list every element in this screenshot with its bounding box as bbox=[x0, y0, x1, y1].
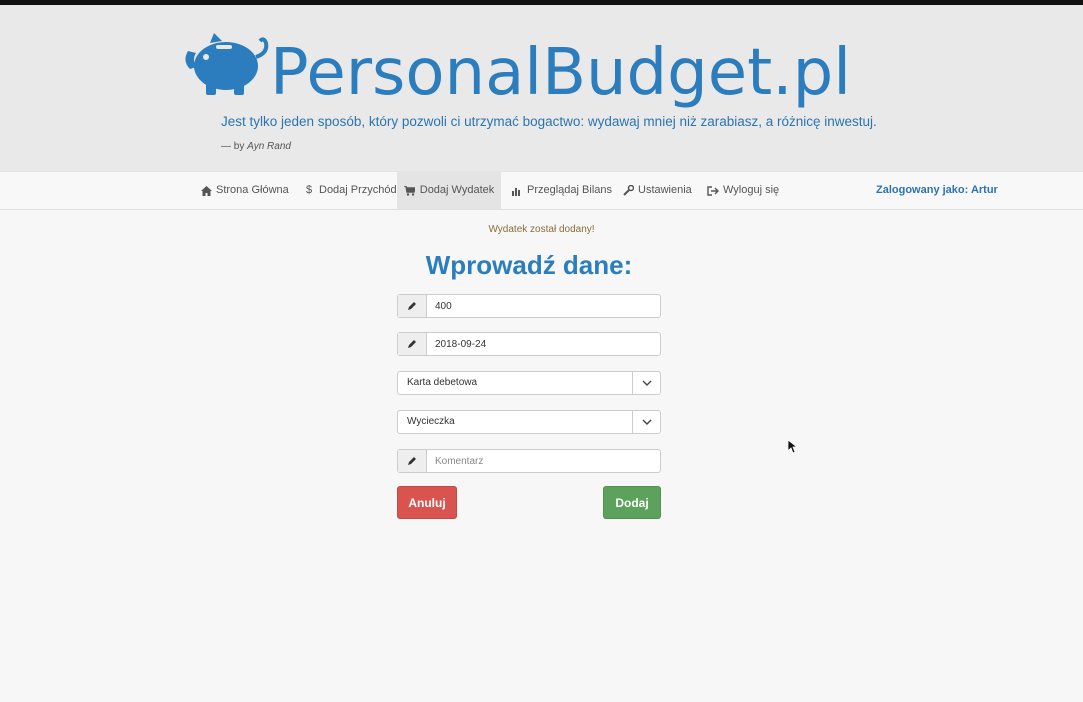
chevron-down-icon bbox=[632, 411, 660, 433]
nav-item-label: Ustawienia bbox=[638, 184, 692, 196]
author-name: Ayn Rand bbox=[247, 141, 291, 152]
cancel-button[interactable]: Anuluj bbox=[397, 486, 457, 519]
category-select[interactable]: Wycieczka bbox=[397, 410, 661, 434]
nav-item-label: Dodaj Wydatek bbox=[419, 184, 495, 196]
chevron-down-icon bbox=[632, 372, 660, 394]
mouse-cursor-icon bbox=[788, 440, 798, 454]
main-navbar: Strona Główna $ Dodaj Przychód Dodaj Wyd… bbox=[0, 171, 1083, 210]
success-message: Wydatek został dodany! bbox=[488, 224, 595, 235]
date-input[interactable] bbox=[427, 333, 660, 355]
quote-author: — by Ayn Rand bbox=[221, 141, 291, 152]
nav-item-add-expense[interactable]: Dodaj Wydatek bbox=[397, 172, 501, 209]
home-icon bbox=[200, 185, 212, 197]
payment-method-value: Karta debetowa bbox=[407, 377, 478, 388]
cart-icon bbox=[404, 185, 416, 197]
author-prefix: — by bbox=[221, 141, 245, 152]
nav-item-label: Strona Główna bbox=[216, 184, 289, 196]
dollar-icon: $ bbox=[305, 184, 313, 196]
nav-item-settings[interactable]: Ustawienia bbox=[622, 172, 692, 209]
payment-method-select[interactable]: Karta debetowa bbox=[397, 371, 661, 395]
form-title: Wprowadź dane: bbox=[425, 250, 633, 280]
add-button[interactable]: Dodaj bbox=[603, 486, 661, 519]
site-header: PersonalBudget.pl Jest tylko jeden sposó… bbox=[0, 5, 1083, 171]
wrench-icon bbox=[622, 185, 634, 197]
nav-item-label: Wyloguj się bbox=[723, 184, 780, 196]
category-value: Wycieczka bbox=[407, 416, 455, 427]
pencil-icon bbox=[398, 450, 427, 472]
logged-in-user: Zalogowany jako: Artur bbox=[876, 184, 998, 196]
nav-item-balance[interactable]: Przeglądaj Bilans bbox=[511, 172, 612, 209]
pencil-icon bbox=[398, 333, 427, 355]
pencil-icon bbox=[398, 295, 427, 317]
logout-icon bbox=[707, 185, 719, 197]
header-quote: Jest tylko jeden sposób, który pozwoli c… bbox=[221, 114, 877, 129]
amount-field bbox=[397, 294, 661, 318]
nav-item-logout[interactable]: Wyloguj się bbox=[707, 172, 779, 209]
brand-title: PersonalBudget.pl bbox=[270, 36, 851, 110]
comment-input[interactable] bbox=[427, 450, 660, 472]
nav-item-label: Dodaj Przychód bbox=[319, 184, 397, 196]
comment-field bbox=[397, 449, 661, 473]
amount-input[interactable] bbox=[427, 295, 660, 317]
date-field bbox=[397, 332, 661, 356]
bar-chart-icon bbox=[511, 185, 523, 197]
nav-item-add-income[interactable]: $ Dodaj Przychód bbox=[303, 172, 397, 209]
nav-item-label: Przeglądaj Bilans bbox=[527, 184, 612, 196]
piggy-bank-icon bbox=[185, 33, 269, 95]
nav-item-home[interactable]: Strona Główna bbox=[200, 172, 289, 209]
